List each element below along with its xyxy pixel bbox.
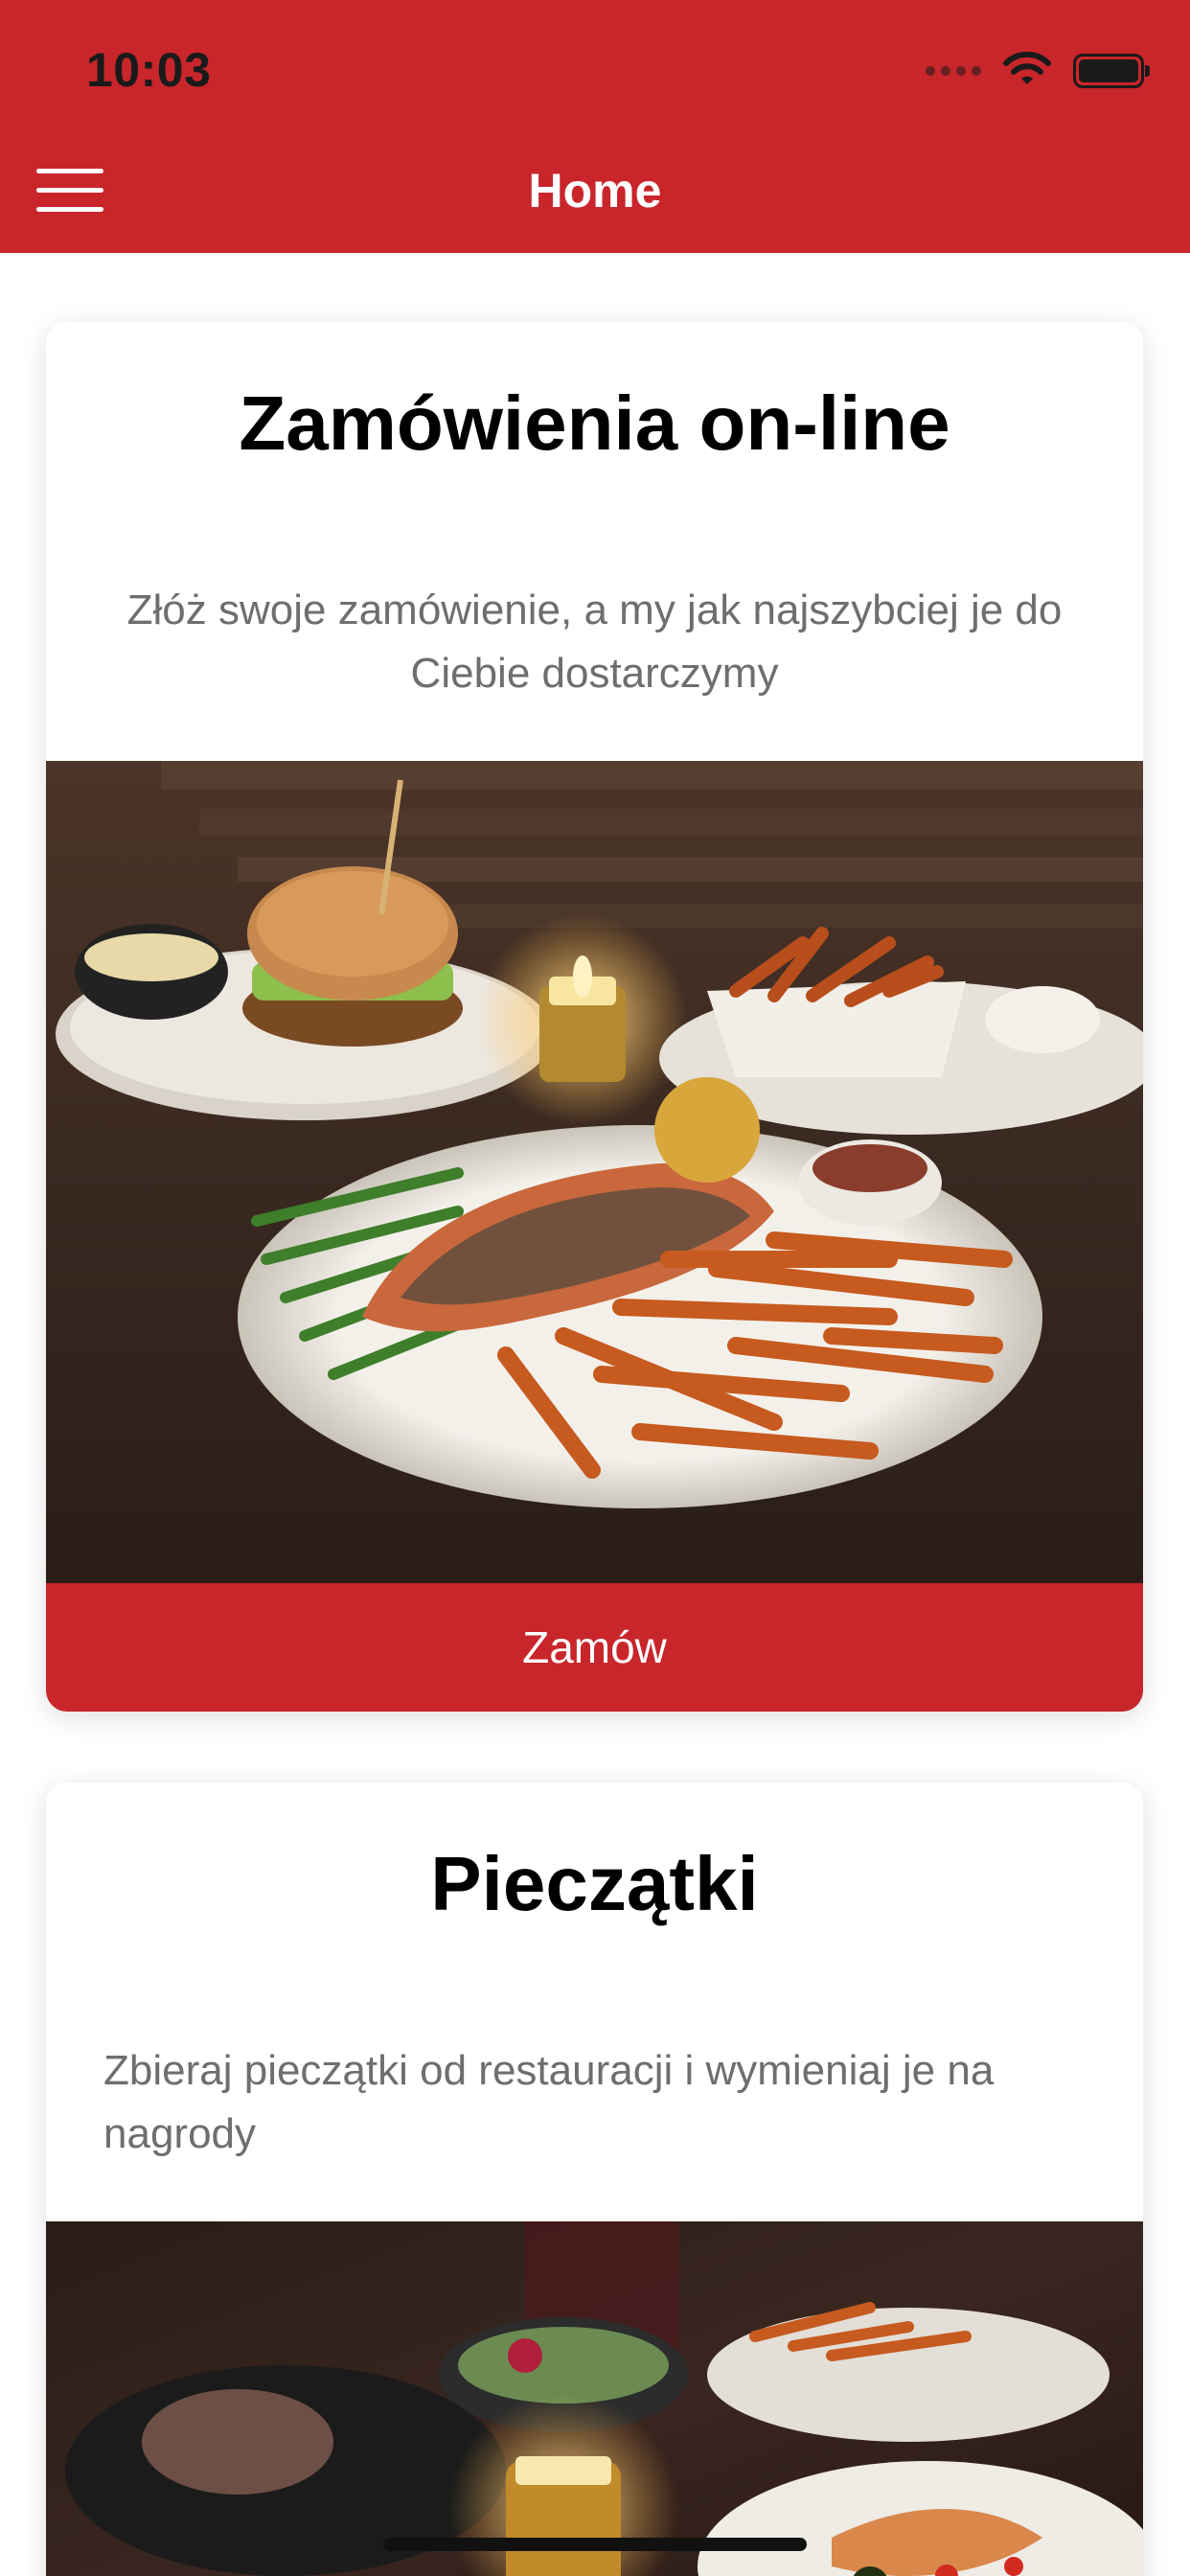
status-icons [926,50,1150,92]
status-time: 10:03 [86,43,212,97]
app-screen: 10:03 Home Zamówienia on-line Złóż swoje… [0,0,1190,2576]
cellular-signal-icon [926,66,981,76]
stamps-description: Zbieraj pieczątki od restauracji i wymie… [103,2047,995,2157]
online-order-card: Zamówienia on-line Złóż swoje zamówienie… [46,322,1143,1712]
online-order-food-image [46,761,1143,1583]
food-photo-illustration-2 [46,2221,1143,2576]
wifi-icon [1003,52,1051,84]
stamps-food-image [46,2221,1143,2576]
stamps-card: Pieczątki Zbieraj pieczątki od restaurac… [46,1782,1143,2576]
home-content: Zamówienia on-line Złóż swoje zamówienie… [0,253,1190,2576]
stamps-title: Pieczątki [430,1841,759,1926]
home-indicator[interactable] [383,2538,807,2551]
battery-icon [1073,54,1150,88]
online-order-description: Złóż swoje zamówienie, a my jak najszybc… [126,586,1063,697]
food-photo-illustration [46,761,1143,1583]
order-button[interactable]: Zamów [46,1583,1143,1712]
header-bar: 10:03 Home [0,0,1190,253]
online-order-title: Zamówienia on-line [239,380,950,466]
page-title: Home [528,164,662,218]
